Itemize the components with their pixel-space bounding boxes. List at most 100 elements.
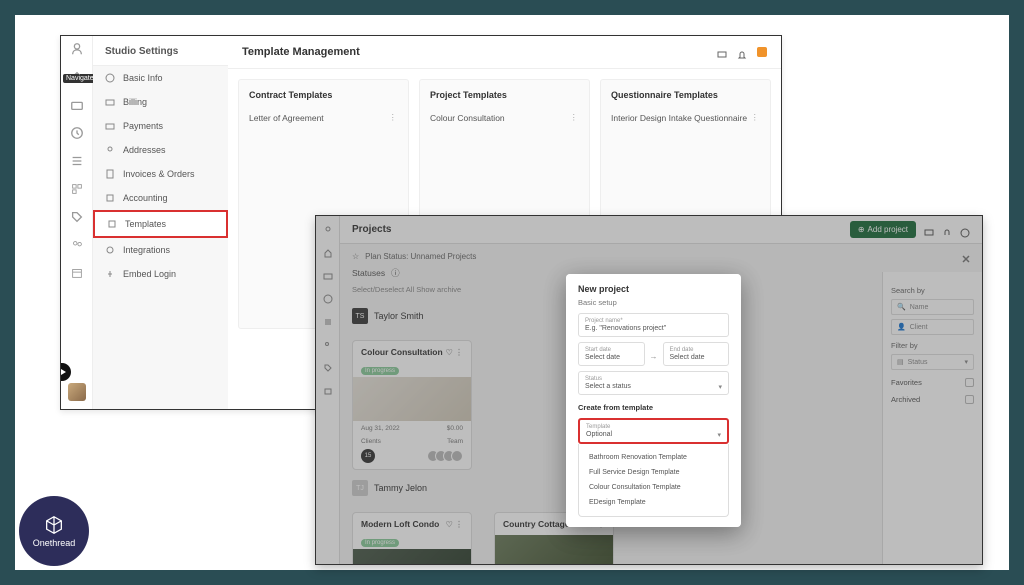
folder-icon[interactable] — [70, 98, 84, 112]
card-icon — [105, 97, 115, 107]
sidebar-item-embed-login[interactable]: Embed Login — [93, 262, 228, 286]
sidebar-item-basic-info[interactable]: Basic Info — [93, 66, 228, 90]
template-row[interactable]: Interior Design Intake Questionnaire⋮ — [611, 112, 760, 123]
sidebar-item-payments[interactable]: Payments — [93, 114, 228, 138]
project-card-2[interactable]: Modern Loft Condo♡ ⋮ In progress — [352, 512, 472, 565]
modal-section: Basic setup — [578, 298, 729, 307]
left-rail — [61, 36, 93, 409]
left-rail-2 — [316, 216, 340, 564]
wallet-icon — [105, 121, 115, 131]
heart-icon[interactable]: ♡ ⋮ — [446, 520, 463, 529]
calendar-icon[interactable] — [323, 383, 333, 393]
template-option[interactable]: Colour Consultation Template — [579, 480, 728, 495]
sidebar-item-label: Addresses — [123, 145, 166, 155]
page-title: Template Management — [242, 46, 360, 58]
tag-icon[interactable] — [70, 210, 84, 224]
user-icon[interactable] — [323, 222, 333, 232]
grid-icon[interactable] — [70, 182, 84, 196]
heart-icon[interactable]: ♡ ⋮ — [446, 348, 463, 357]
settings-sidebar: Studio Settings Basic Info Billing Payme… — [93, 36, 228, 409]
info-icon[interactable]: ⓘ — [391, 267, 400, 279]
header-actions — [717, 47, 767, 57]
sidebar-item-label: Accounting — [123, 193, 168, 203]
add-project-button[interactable]: ⊕Add project — [850, 221, 916, 238]
people-icon[interactable] — [70, 238, 84, 252]
more-icon[interactable]: ⋮ — [570, 112, 580, 123]
project-card-1[interactable]: Colour Consultation♡ ⋮ In progress Aug 3… — [352, 340, 472, 470]
calendar-icon[interactable] — [70, 266, 84, 280]
notification-badge[interactable] — [757, 47, 767, 57]
home-icon[interactable] — [323, 245, 333, 255]
tag-icon[interactable] — [323, 360, 333, 370]
bell-icon[interactable] — [737, 47, 747, 57]
sidebar-item-addresses[interactable]: Addresses — [93, 138, 228, 162]
chat-icon[interactable] — [924, 225, 934, 235]
template-dropdown: Bathroom Renovation Template Full Servic… — [578, 444, 729, 517]
chevron-down-icon: ▾ — [717, 431, 721, 439]
sidebar-title: Studio Settings — [93, 36, 228, 66]
template-option[interactable]: Full Service Design Template — [579, 465, 728, 480]
favorites-check[interactable]: Favorites — [891, 378, 974, 387]
client-name: Tammy Jelon — [374, 483, 427, 493]
search-panel: Search by 🔍Name 👤Client Filter by ▤Statu… — [882, 272, 982, 564]
page-title: Projects — [352, 224, 391, 235]
modal-title: New project — [578, 284, 729, 294]
col-title: Questionnaire Templates — [611, 90, 760, 100]
template-option[interactable]: EDesign Template — [579, 495, 728, 510]
status-field[interactable]: Status Select a status▾ — [578, 371, 729, 395]
client-name: Taylor Smith — [374, 311, 424, 321]
template-row[interactable]: Letter of Agreement⋮ — [249, 112, 398, 123]
template-option[interactable]: Bathroom Renovation Template — [579, 450, 728, 465]
sidebar-item-label: Integrations — [123, 245, 170, 255]
bell-icon[interactable] — [942, 225, 952, 235]
breadcrumb: ☆Plan Status: Unnamed Projects — [340, 244, 982, 265]
sidebar-item-accounting[interactable]: Accounting — [93, 186, 228, 210]
template-section-label: Create from template — [578, 403, 729, 412]
name-input[interactable]: 🔍Name — [891, 299, 974, 315]
sidebar-item-integrations[interactable]: Integrations — [93, 238, 228, 262]
project-image — [353, 549, 471, 565]
pin-icon — [105, 145, 115, 155]
status-select[interactable]: ▤Status▾ — [891, 354, 974, 370]
folder-icon[interactable] — [323, 268, 333, 278]
sidebar-item-label: Invoices & Orders — [123, 169, 195, 179]
people-icon[interactable] — [323, 337, 333, 347]
content-header: Template Management — [228, 36, 781, 69]
book-icon — [105, 193, 115, 203]
sidebar-item-label: Templates — [125, 219, 166, 229]
list-icon[interactable] — [323, 314, 333, 324]
user-icon[interactable] — [70, 42, 84, 56]
end-date-field[interactable]: End date Select date — [663, 342, 730, 366]
filter-label: Filter by — [891, 341, 974, 350]
chat-icon[interactable] — [717, 47, 727, 57]
sidebar-item-templates[interactable]: Templates — [93, 210, 228, 238]
cube-icon — [43, 514, 65, 536]
sidebar-item-label: Billing — [123, 97, 147, 107]
clock-icon[interactable] — [323, 291, 333, 301]
team-avatars — [431, 450, 463, 462]
more-icon[interactable]: ⋮ — [389, 112, 399, 123]
start-date-field[interactable]: Start date Select date — [578, 342, 645, 366]
project-name-field[interactable]: Project name* E.g. "Renovations project" — [578, 313, 729, 337]
status-badge: In progress — [361, 367, 399, 375]
sidebar-item-label: Basic Info — [123, 73, 163, 83]
sidebar-item-billing[interactable]: Billing — [93, 90, 228, 114]
new-project-modal-front: New project Basic setup Project name* E.… — [566, 274, 741, 527]
clock-icon[interactable] — [70, 126, 84, 140]
template-row[interactable]: Colour Consultation⋮ — [430, 112, 579, 123]
plug-icon — [105, 245, 115, 255]
list-icon[interactable] — [70, 154, 84, 168]
arrow-icon: → — [650, 352, 658, 361]
close-icon[interactable] — [960, 252, 972, 264]
status-badge: In progress — [361, 539, 399, 547]
template-select[interactable]: Template Optional▾ — [578, 418, 729, 444]
archived-check[interactable]: Archived — [891, 395, 974, 404]
sidebar-item-invoices[interactable]: Invoices & Orders — [93, 162, 228, 186]
projects-window: Projects ⊕Add project ☆Plan Status: Unna… — [315, 215, 983, 565]
sidebar-item-label: Embed Login — [123, 269, 176, 279]
search-label: Search by — [891, 286, 974, 295]
more-icon[interactable]: ⋮ — [751, 112, 761, 123]
help-icon[interactable] — [960, 225, 970, 235]
user-avatar[interactable] — [68, 383, 86, 401]
client-input[interactable]: 👤Client — [891, 319, 974, 335]
